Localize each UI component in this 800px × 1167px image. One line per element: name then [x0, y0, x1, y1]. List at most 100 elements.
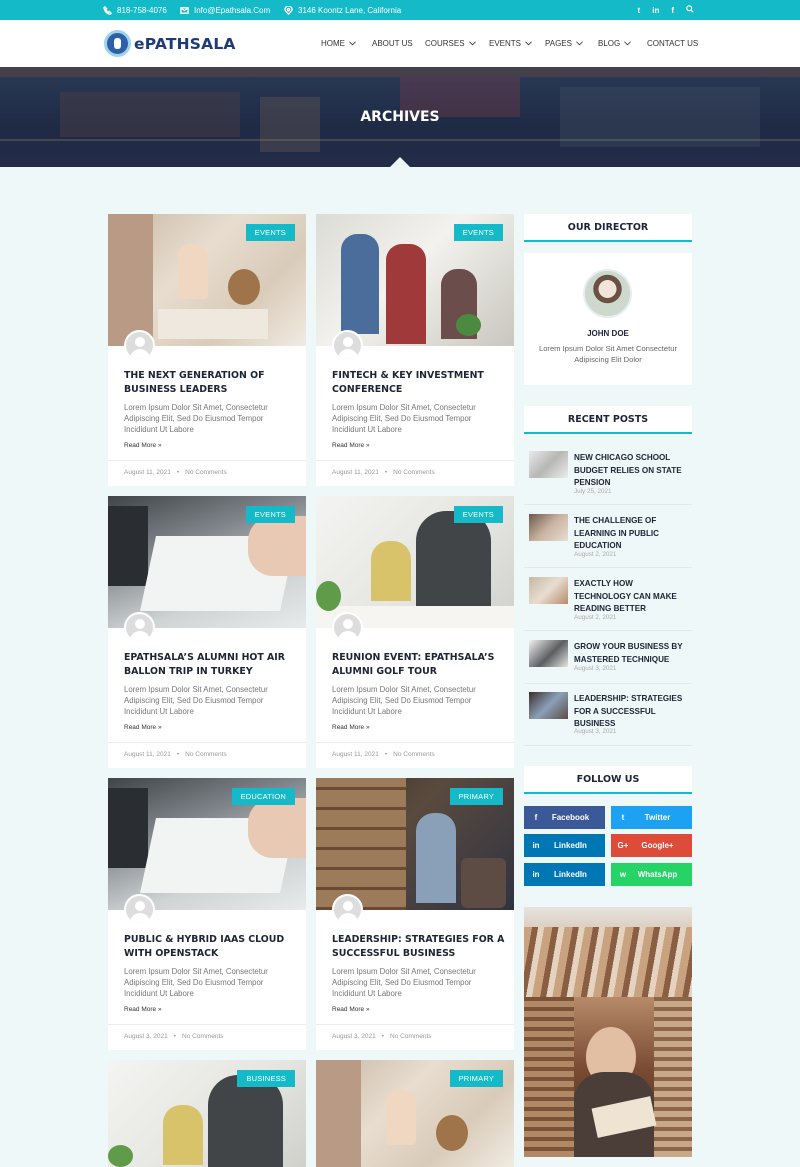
read-more-link[interactable]: Read More » — [124, 1006, 162, 1013]
post-category-badge[interactable]: PRIMARY — [449, 1070, 503, 1087]
site-logo[interactable]: ePATHSALA — [104, 30, 236, 57]
recent-post-date: August 2, 2021 — [574, 551, 617, 558]
post-comments[interactable]: No Comments — [393, 751, 435, 758]
chevron-down-icon — [624, 41, 632, 46]
post-date: August 11, 2021 — [124, 469, 171, 476]
post-category-badge[interactable]: EVENTS — [453, 224, 503, 241]
linkedin-button[interactable]: in LinkedIn — [524, 834, 605, 857]
whatsapp-button[interactable]: w WhatsApp — [611, 863, 692, 886]
read-more-link[interactable]: Read More » — [332, 442, 370, 449]
whatsapp-icon: w — [619, 870, 627, 879]
post-date: August 11, 2021 — [332, 469, 379, 476]
post-comments[interactable]: No Comments — [185, 751, 227, 758]
facebook-icon: f — [534, 813, 538, 822]
post-meta: August 3, 2021 • No Comments — [108, 1024, 306, 1040]
post-title[interactable]: FINTECH & KEY INVESTMENT CONFERENCE — [332, 369, 507, 396]
recent-post-title[interactable]: THE CHALLENGE OF LEARNING IN PUBLIC EDUC… — [574, 515, 688, 553]
post-category-badge[interactable]: PRIMARY — [449, 788, 503, 805]
linkedin-icon[interactable]: in — [652, 6, 659, 15]
facebook-button[interactable]: f Facebook — [524, 806, 605, 829]
recent-post-title[interactable]: LEADERSHIP: STRATEGIES FOR A SUCCESSFUL … — [574, 693, 688, 731]
recent-post-item[interactable]: GROW YOUR BUSINESS BY MASTERED TECHNIQUE… — [524, 632, 692, 684]
location-pin-icon — [284, 5, 293, 15]
director-description: Lorem Ipsum Dolor Sit Amet Consectetur A… — [538, 344, 677, 364]
search-icon[interactable] — [686, 5, 694, 15]
email-info[interactable]: Info@Epathsala.Com — [180, 0, 270, 20]
post-card[interactable]: PRIMARY LEADERSHIP: STRATEGIES FOR A SUC… — [316, 778, 514, 1050]
twitter-icon: t — [621, 813, 625, 822]
twitter-button[interactable]: t Twitter — [611, 806, 692, 829]
recent-post-item[interactable]: THE CHALLENGE OF LEARNING IN PUBLIC EDUC… — [524, 506, 692, 568]
mail-icon — [180, 6, 189, 14]
recent-posts-title: RECENT POSTS — [524, 406, 692, 434]
post-date: August 3, 2021 — [124, 1033, 168, 1040]
post-card[interactable]: EVENTS REUNION EVENT: EPATHSALA’S ALUMNI… — [316, 496, 514, 768]
recent-post-date: August 3, 2021 — [574, 728, 617, 735]
chevron-down-icon — [576, 41, 583, 46]
post-title[interactable]: REUNION EVENT: EPATHSALA’S ALUMNI GOLF T… — [332, 651, 507, 678]
read-more-link[interactable]: Read More » — [332, 724, 370, 731]
linkedin-button[interactable]: in LinkedIn — [524, 863, 605, 886]
google-plus-icon: G+ — [617, 841, 629, 850]
post-card[interactable]: BUSINESS — [108, 1060, 306, 1167]
nav-courses[interactable]: COURSES — [425, 20, 476, 67]
post-comments[interactable]: No Comments — [182, 1033, 224, 1040]
nav-home[interactable]: HOME — [321, 20, 356, 67]
post-card[interactable]: EVENTS FINTECH & KEY INVESTMENT CONFEREN… — [316, 214, 514, 486]
post-title[interactable]: LEADERSHIP: STRATEGIES FOR A SUCCESSFUL … — [332, 933, 507, 960]
sidebar-promo-image[interactable] — [524, 907, 692, 1157]
nav-pages[interactable]: PAGES — [545, 20, 583, 67]
recent-post-item[interactable]: EXACTLY HOW TECHNOLOGY CAN MAKE READING … — [524, 569, 692, 631]
recent-post-item[interactable]: NEW CHICAGO SCHOOL BUDGET RELIES ON STAT… — [524, 443, 692, 505]
recent-post-thumbnail[interactable] — [529, 451, 568, 478]
nav-about-us[interactable]: ABOUT US — [372, 20, 413, 67]
recent-post-title[interactable]: GROW YOUR BUSINESS BY MASTERED TECHNIQUE — [574, 641, 688, 666]
recent-post-date: August 3, 2021 — [574, 665, 617, 672]
post-card[interactable]: EVENTS THE NEXT GENERATION OF BUSINESS L… — [108, 214, 306, 486]
recent-post-title[interactable]: NEW CHICAGO SCHOOL BUDGET RELIES ON STAT… — [574, 452, 688, 490]
post-comments[interactable]: No Comments — [185, 469, 227, 476]
post-title[interactable]: THE NEXT GENERATION OF BUSINESS LEADERS — [124, 369, 299, 396]
post-category-badge[interactable]: EVENTS — [245, 506, 295, 523]
post-card[interactable]: EVENTS EPATHSALA’S ALUMNI HOT AIR BALLON… — [108, 496, 306, 768]
nav-contact-us[interactable]: CONTACT US — [647, 20, 698, 67]
read-more-link[interactable]: Read More » — [124, 724, 162, 731]
author-avatar — [332, 330, 363, 361]
post-meta: August 11, 2021 • No Comments — [108, 742, 306, 758]
address-info: 3146 Koontz Lane, California — [284, 0, 401, 20]
recent-post-thumbnail[interactable] — [529, 577, 568, 604]
post-category-badge[interactable]: EVENTS — [453, 506, 503, 523]
post-date: August 11, 2021 — [124, 751, 171, 758]
recent-post-item[interactable]: LEADERSHIP: STRATEGIES FOR A SUCCESSFUL … — [524, 684, 692, 746]
author-avatar — [124, 330, 155, 361]
post-excerpt: Lorem Ipsum Dolor Sit Amet, Consectetur … — [124, 967, 268, 998]
author-avatar — [332, 894, 363, 925]
site-header: ePATHSALA HOME ABOUT US COURSES EVENTS P… — [0, 20, 800, 67]
post-category-badge[interactable]: EVENTS — [245, 224, 295, 241]
nav-blog[interactable]: BLOG — [598, 20, 632, 67]
read-more-link[interactable]: Read More » — [332, 1006, 370, 1013]
recent-post-thumbnail[interactable] — [529, 692, 568, 719]
post-title[interactable]: EPATHSALA’S ALUMNI HOT AIR BALLON TRIP I… — [124, 651, 299, 678]
post-category-badge[interactable]: EDUCATION — [231, 788, 295, 805]
recent-post-thumbnail[interactable] — [529, 640, 568, 667]
post-excerpt: Lorem Ipsum Dolor Sit Amet, Consectetur … — [332, 967, 476, 998]
nav-events[interactable]: EVENTS — [489, 20, 532, 67]
twitter-icon[interactable]: t — [638, 6, 641, 15]
post-meta: August 3, 2021 • No Comments — [316, 1024, 514, 1040]
recent-post-title[interactable]: EXACTLY HOW TECHNOLOGY CAN MAKE READING … — [574, 578, 688, 616]
facebook-icon[interactable]: f — [671, 6, 674, 15]
hero-notch — [389, 157, 411, 168]
nav-label: PAGES — [545, 39, 572, 48]
post-comments[interactable]: No Comments — [390, 1033, 432, 1040]
top-bar: 818-758-4076 Info@Epathsala.Com 3146 Koo… — [0, 0, 800, 20]
post-card[interactable]: PRIMARY — [316, 1060, 514, 1167]
post-title[interactable]: PUBLIC & HYBRID IAAS CLOUD WITH OPENSTAC… — [124, 933, 299, 960]
google-button[interactable]: G+ Google+ — [611, 834, 692, 857]
post-category-badge[interactable]: BUSINESS — [237, 1070, 295, 1087]
read-more-link[interactable]: Read More » — [124, 442, 162, 449]
post-card[interactable]: EDUCATION PUBLIC & HYBRID IAAS CLOUD WIT… — [108, 778, 306, 1050]
post-comments[interactable]: No Comments — [393, 469, 435, 476]
recent-post-thumbnail[interactable] — [529, 514, 568, 541]
phone-info[interactable]: 818-758-4076 — [103, 0, 167, 20]
